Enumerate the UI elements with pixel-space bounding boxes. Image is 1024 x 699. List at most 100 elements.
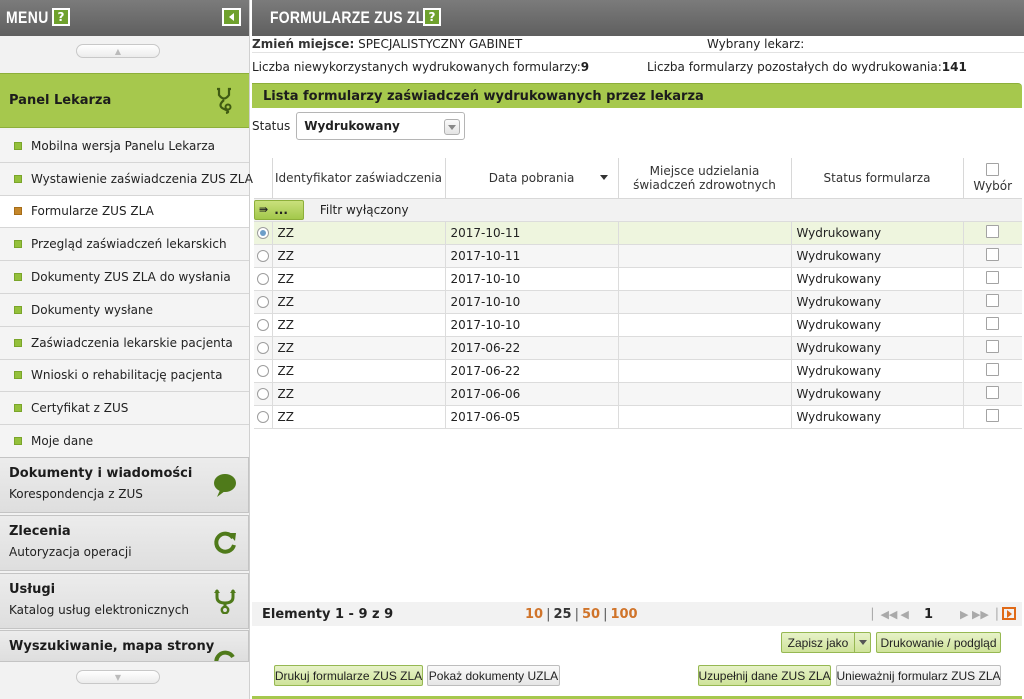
row-checkbox[interactable] <box>986 316 1000 330</box>
page-size-option-current[interactable]: 25 <box>553 607 571 622</box>
row-checkbox[interactable] <box>986 339 1000 353</box>
unused-forms-label: Liczba niewykorzystanych wydrukowanych f… <box>252 60 581 74</box>
list-title-bar: Lista formularzy zaświadczeń wydrukowany… <box>252 83 1022 108</box>
go-last-page-icon[interactable] <box>1002 607 1016 620</box>
row-checkbox[interactable] <box>986 362 1000 376</box>
panel-lekarza-header[interactable]: Panel Lekarza <box>0 73 249 128</box>
bullet-icon <box>14 141 22 150</box>
last-page-icon[interactable]: ▶▶▕ <box>972 608 997 621</box>
row-checkbox[interactable] <box>986 247 1000 261</box>
select-all-checkbox[interactable] <box>986 162 1000 176</box>
remaining-forms-count: 141 <box>941 60 967 74</box>
table-row[interactable]: ZZ 2017-10-11 Wydrukowany <box>254 221 1022 245</box>
change-place-link[interactable]: Zmień miejsce: <box>252 37 354 51</box>
row-checkbox[interactable] <box>986 385 1000 399</box>
print-forms-button[interactable]: Drukuj formularze ZUS ZLA <box>274 665 423 686</box>
row-radio[interactable] <box>256 342 269 354</box>
show-uzla-button[interactable]: Pokaż dokumenty UZLA <box>427 665 560 686</box>
section-orders[interactable]: Zlecenia Autoryzacja operacji <box>0 515 249 571</box>
menu-scroll-down-button[interactable]: ▼ <box>76 670 160 684</box>
row-radio[interactable] <box>256 319 269 331</box>
menu-scroll-up-button[interactable]: ▲ <box>76 44 160 58</box>
column-header-id[interactable]: Identyfikator zaświadczenia <box>271 158 445 199</box>
table-row[interactable]: ZZ 2017-06-05 Wydrukowany <box>254 405 1022 429</box>
selected-doctor-label: Wybrany lekarz: <box>707 37 805 51</box>
table-row[interactable]: ZZ 2017-06-06 Wydrukowany <box>254 382 1022 406</box>
row-radio[interactable] <box>256 296 269 308</box>
save-as-button[interactable]: Zapisz jako <box>781 632 871 653</box>
menu-item-sent-docs[interactable]: Dokumenty wysłane <box>0 293 249 327</box>
menu-item-label: Certyfikat z ZUS <box>31 401 129 416</box>
sidebar: MENU ? ▲ Panel Lekarza Mobilna wersja Pa… <box>0 0 253 699</box>
doctor-panel-menu: Mobilna wersja Panelu Lekarza Wystawieni… <box>0 130 253 458</box>
cell-place <box>617 221 791 245</box>
help-icon[interactable]: ? <box>423 8 441 26</box>
row-radio[interactable] <box>256 273 269 285</box>
row-radio-cell <box>254 405 272 429</box>
row-radio[interactable] <box>256 388 269 400</box>
pager-elements-count: Elementy 1 - 9 z 9 <box>262 606 394 622</box>
menu-item-label: Moje dane <box>31 434 94 449</box>
status-select[interactable]: Wydrukowany <box>296 112 466 140</box>
cell-place <box>617 336 791 360</box>
row-radio[interactable] <box>256 411 269 423</box>
current-page-number: 1 <box>924 606 934 622</box>
help-icon[interactable]: ? <box>52 8 70 26</box>
cell-place <box>617 267 791 291</box>
table-row[interactable]: ZZ 2017-10-10 Wydrukowany <box>254 267 1022 291</box>
filter-row: ⇛... Filtr wyłączony <box>254 198 1022 222</box>
menu-item-issue-certificate[interactable]: Wystawienie zaświadczenia ZUS ZLA <box>0 162 253 196</box>
print-preview-button[interactable]: Drukowanie / podgląd <box>876 632 1001 653</box>
table-row[interactable]: ZZ 2017-10-11 Wydrukowany <box>254 244 1022 268</box>
page-size-option[interactable]: 10 <box>525 607 543 622</box>
row-checkbox[interactable] <box>986 293 1000 307</box>
next-page-icon[interactable]: ▶ <box>960 608 968 621</box>
chevron-down-icon[interactable] <box>444 119 461 135</box>
menu-item-docs-to-send[interactable]: Dokumenty ZUS ZLA do wysłania <box>0 261 249 294</box>
cancel-form-button[interactable]: Unieważnij formularz ZUS ZLA <box>836 665 1001 686</box>
column-header-place[interactable]: Miejsce udzielania świadczeń zdrowotnych <box>617 158 791 199</box>
menu-item-zla-forms[interactable]: Formularze ZUS ZLA <box>0 195 249 229</box>
fill-data-button[interactable]: Uzupełnij dane ZUS ZLA <box>698 665 831 686</box>
menu-item-mobile-panel[interactable]: Mobilna wersja Panelu Lekarza <box>0 130 249 163</box>
first-page-icon[interactable]: ▏◀◀ <box>872 608 897 621</box>
table-row[interactable]: ZZ 2017-10-10 Wydrukowany <box>254 290 1022 314</box>
page-size-option[interactable]: 100 <box>610 607 637 622</box>
cell-place <box>617 290 791 314</box>
row-radio[interactable] <box>256 227 269 239</box>
row-radio-cell <box>254 382 272 406</box>
cell-status: Wydrukowany <box>790 359 963 383</box>
row-checkbox[interactable] <box>986 408 1000 422</box>
menu-item-patient-certificates[interactable]: Zaświadczenia lekarskie pacjenta <box>0 326 249 360</box>
menu-item-my-data[interactable]: Moje dane <box>0 425 249 458</box>
row-radio[interactable] <box>256 250 269 262</box>
section-services[interactable]: Usługi Katalog usług elektronicznych <box>0 573 249 629</box>
list-title: Lista formularzy zaświadczeń wydrukowany… <box>263 88 704 104</box>
prev-page-icon[interactable]: ◀ <box>900 608 908 621</box>
menu-item-zus-certificate[interactable]: Certyfikat z ZUS <box>0 392 249 426</box>
menu-item-review-certificates[interactable]: Przegląd zaświadczeń lekarskich <box>0 228 249 262</box>
row-checkbox[interactable] <box>986 224 1000 238</box>
collapse-sidebar-button[interactable] <box>222 8 241 26</box>
row-radio[interactable] <box>256 365 269 377</box>
menu-item-label: Dokumenty wysłane <box>31 302 153 317</box>
cell-id: ZZ <box>271 405 445 429</box>
column-header-status[interactable]: Status formularza <box>790 158 963 199</box>
table-header-row: Identyfikator zaświadczenia Data pobrani… <box>254 158 1022 199</box>
chevron-down-icon[interactable] <box>854 633 870 652</box>
table-row[interactable]: ZZ 2017-06-22 Wydrukowany <box>254 336 1022 360</box>
row-checkbox[interactable] <box>986 270 1000 284</box>
menu-item-rehab-requests[interactable]: Wnioski o rehabilitację pacjenta <box>0 359 249 393</box>
section-documents-messages[interactable]: Dokumenty i wiadomości Korespondencja z … <box>0 457 249 513</box>
page-size-option[interactable]: 50 <box>582 607 600 622</box>
save-as-label: Zapisz jako <box>787 635 849 650</box>
row-select-cell <box>962 336 1022 360</box>
column-header-date-label: Data pobrania <box>488 170 575 185</box>
filter-button[interactable]: ⇛... <box>254 199 304 220</box>
column-header-date[interactable]: Data pobrania <box>444 158 618 199</box>
table-row[interactable]: ZZ 2017-10-10 Wydrukowany <box>254 313 1022 337</box>
table-row[interactable]: ZZ 2017-06-22 Wydrukowany <box>254 359 1022 383</box>
section-search-sitemap[interactable]: Wyszukiwanie, mapa strony <box>0 630 249 662</box>
menu-title: MENU <box>6 8 49 27</box>
section-subtitle: Autoryzacja operacji <box>9 545 132 559</box>
